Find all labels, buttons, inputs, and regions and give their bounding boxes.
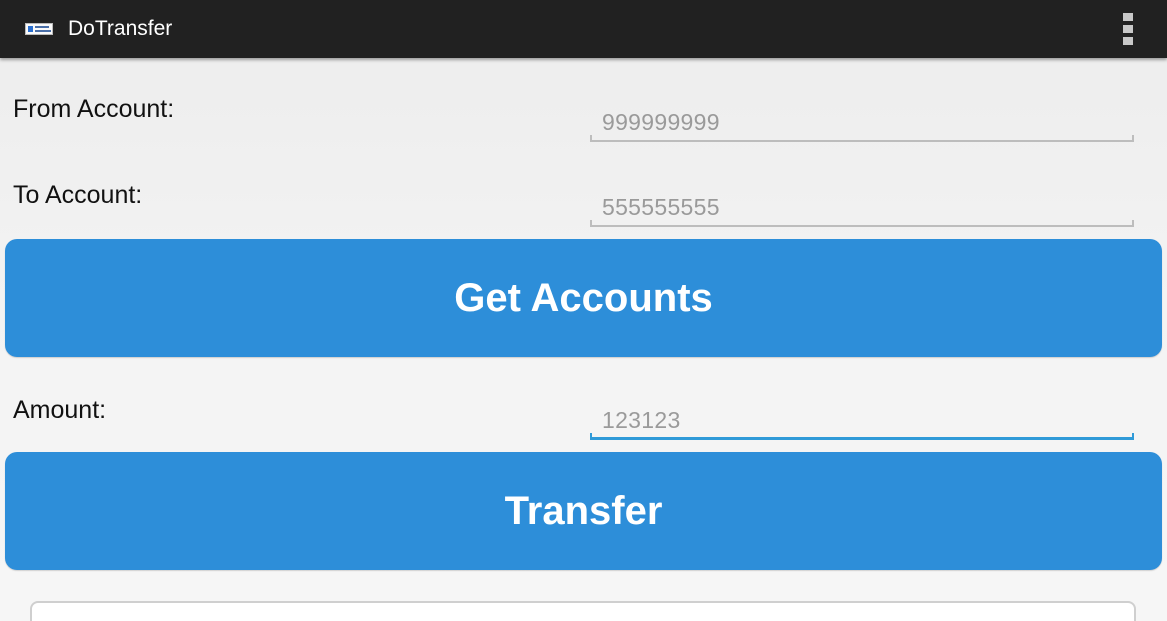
result-text-box: [30, 601, 1136, 621]
to-account-label: To Account:: [13, 181, 143, 209]
overflow-menu-icon[interactable]: [1117, 10, 1139, 48]
app-title: DoTransfer: [68, 17, 173, 40]
from-account-value: 999999999: [602, 109, 720, 135]
app-logo-icon: [25, 23, 53, 35]
to-account-value: 555555555: [602, 194, 720, 220]
action-bar: DoTransfer: [0, 0, 1167, 58]
from-account-label: From Account:: [13, 95, 175, 123]
transfer-button[interactable]: Transfer: [5, 452, 1162, 570]
from-account-field[interactable]: 999999999: [588, 96, 1134, 142]
get-accounts-button[interactable]: Get Accounts: [5, 239, 1162, 357]
amount-label: Amount:: [13, 396, 107, 424]
amount-field[interactable]: 123123: [588, 394, 1134, 440]
amount-value: 123123: [602, 407, 681, 433]
to-account-field[interactable]: 555555555: [588, 181, 1134, 227]
